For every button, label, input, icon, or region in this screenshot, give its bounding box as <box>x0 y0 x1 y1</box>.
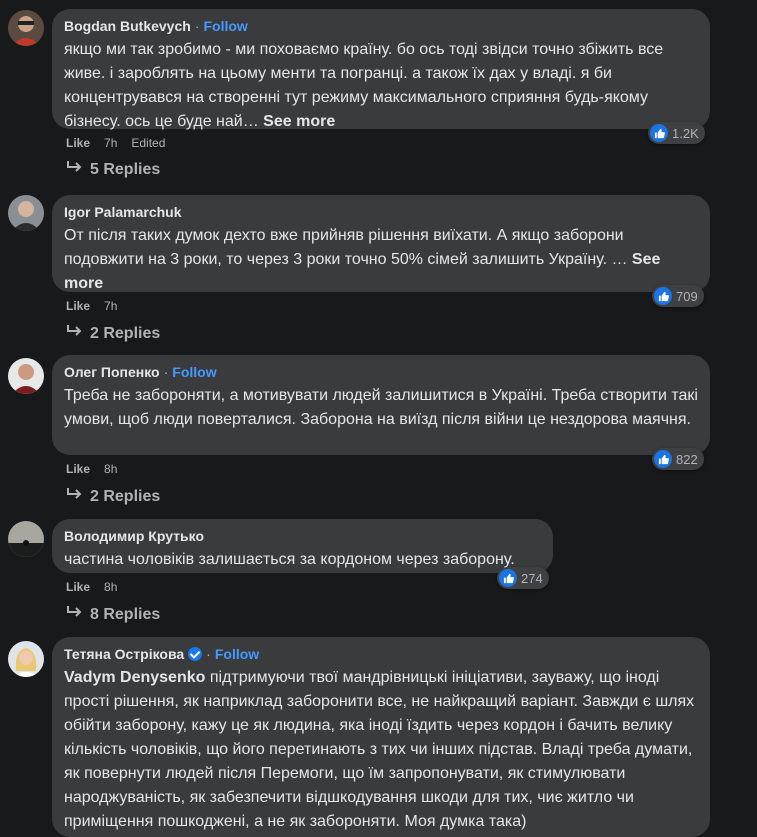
timestamp[interactable]: 8h <box>104 580 117 594</box>
author-name[interactable]: Bogdan Butkevych <box>64 18 191 34</box>
comment-text: От після таких думок дехто вже прийняв р… <box>64 227 661 292</box>
comment-bubble: Тетяна Острікова · Follow Vadym Denysenko … <box>52 637 710 837</box>
avatar[interactable] <box>8 641 44 677</box>
comment-text: Vadym Denysenko підтримуючи твої мандрів… <box>64 669 695 830</box>
avatar[interactable] <box>8 521 44 557</box>
follow-button[interactable]: Follow <box>203 18 247 34</box>
view-replies-button[interactable]: 2 Replies <box>66 486 160 508</box>
comment-text: якщо ми так зробимо - ми поховаємо країн… <box>64 41 664 130</box>
comment-text: частина чоловіків залишається за кордоно… <box>64 551 515 568</box>
reply-arrow-icon <box>66 604 82 626</box>
view-replies-button[interactable]: 8 Replies <box>66 604 160 626</box>
like-button[interactable]: Like <box>66 136 90 150</box>
comment-meta: Like 7h <box>66 298 131 314</box>
avatar[interactable] <box>8 195 44 231</box>
reaction-count[interactable]: 822 <box>652 448 704 470</box>
see-more-link[interactable]: See more <box>263 113 335 130</box>
comment-text: Треба не забороняти, а мотивувати людей … <box>64 387 698 428</box>
author-name[interactable]: Володимир Крутько <box>64 528 204 544</box>
like-button[interactable]: Like <box>66 299 90 313</box>
like-button[interactable]: Like <box>66 462 90 476</box>
view-replies-button[interactable]: 5 Replies <box>66 159 160 181</box>
like-reaction-icon <box>654 450 672 468</box>
like-reaction-icon <box>499 569 517 587</box>
timestamp[interactable]: 7h <box>104 299 117 313</box>
follow-button[interactable]: Follow <box>172 364 216 380</box>
mentioned-user-link[interactable]: Vadym Denysenko <box>64 669 205 686</box>
avatar[interactable] <box>8 358 44 394</box>
reply-arrow-icon <box>66 486 82 508</box>
timestamp[interactable]: 8h <box>104 462 117 476</box>
comment-bubble: Bogdan Butkevych · Follow якщо ми так зроб… <box>52 9 710 130</box>
comment-bubble: Igor Palamarchuk От після таких думок де… <box>52 195 710 292</box>
view-replies-button[interactable]: 2 Replies <box>66 323 160 345</box>
comment-bubble: Володимир Крутько частина чоловіків зали… <box>52 519 553 573</box>
comment-meta: Like 8h <box>66 579 131 595</box>
reaction-count[interactable]: 1.2K <box>648 122 705 144</box>
reaction-count[interactable]: 274 <box>497 567 549 589</box>
comment-meta: Like 8h <box>66 461 131 477</box>
timestamp[interactable]: 7h <box>104 136 117 150</box>
like-reaction-icon <box>654 287 672 305</box>
like-reaction-icon <box>650 124 668 142</box>
avatar[interactable] <box>8 10 44 46</box>
comment-meta: Like 7h Edited <box>66 135 179 151</box>
follow-button[interactable]: Follow <box>215 646 259 662</box>
reply-arrow-icon <box>66 323 82 345</box>
reply-arrow-icon <box>66 159 82 181</box>
like-button[interactable]: Like <box>66 580 90 594</box>
author-name[interactable]: Igor Palamarchuk <box>64 204 182 220</box>
edited-label: Edited <box>131 136 166 150</box>
verified-badge-icon <box>188 647 203 661</box>
author-name[interactable]: Тетяна Острікова <box>64 646 184 662</box>
reaction-count[interactable]: 709 <box>652 285 704 307</box>
comment-bubble: Олег Попенко · Follow Треба не забороняти,… <box>52 355 710 455</box>
author-name[interactable]: Олег Попенко <box>64 364 160 380</box>
